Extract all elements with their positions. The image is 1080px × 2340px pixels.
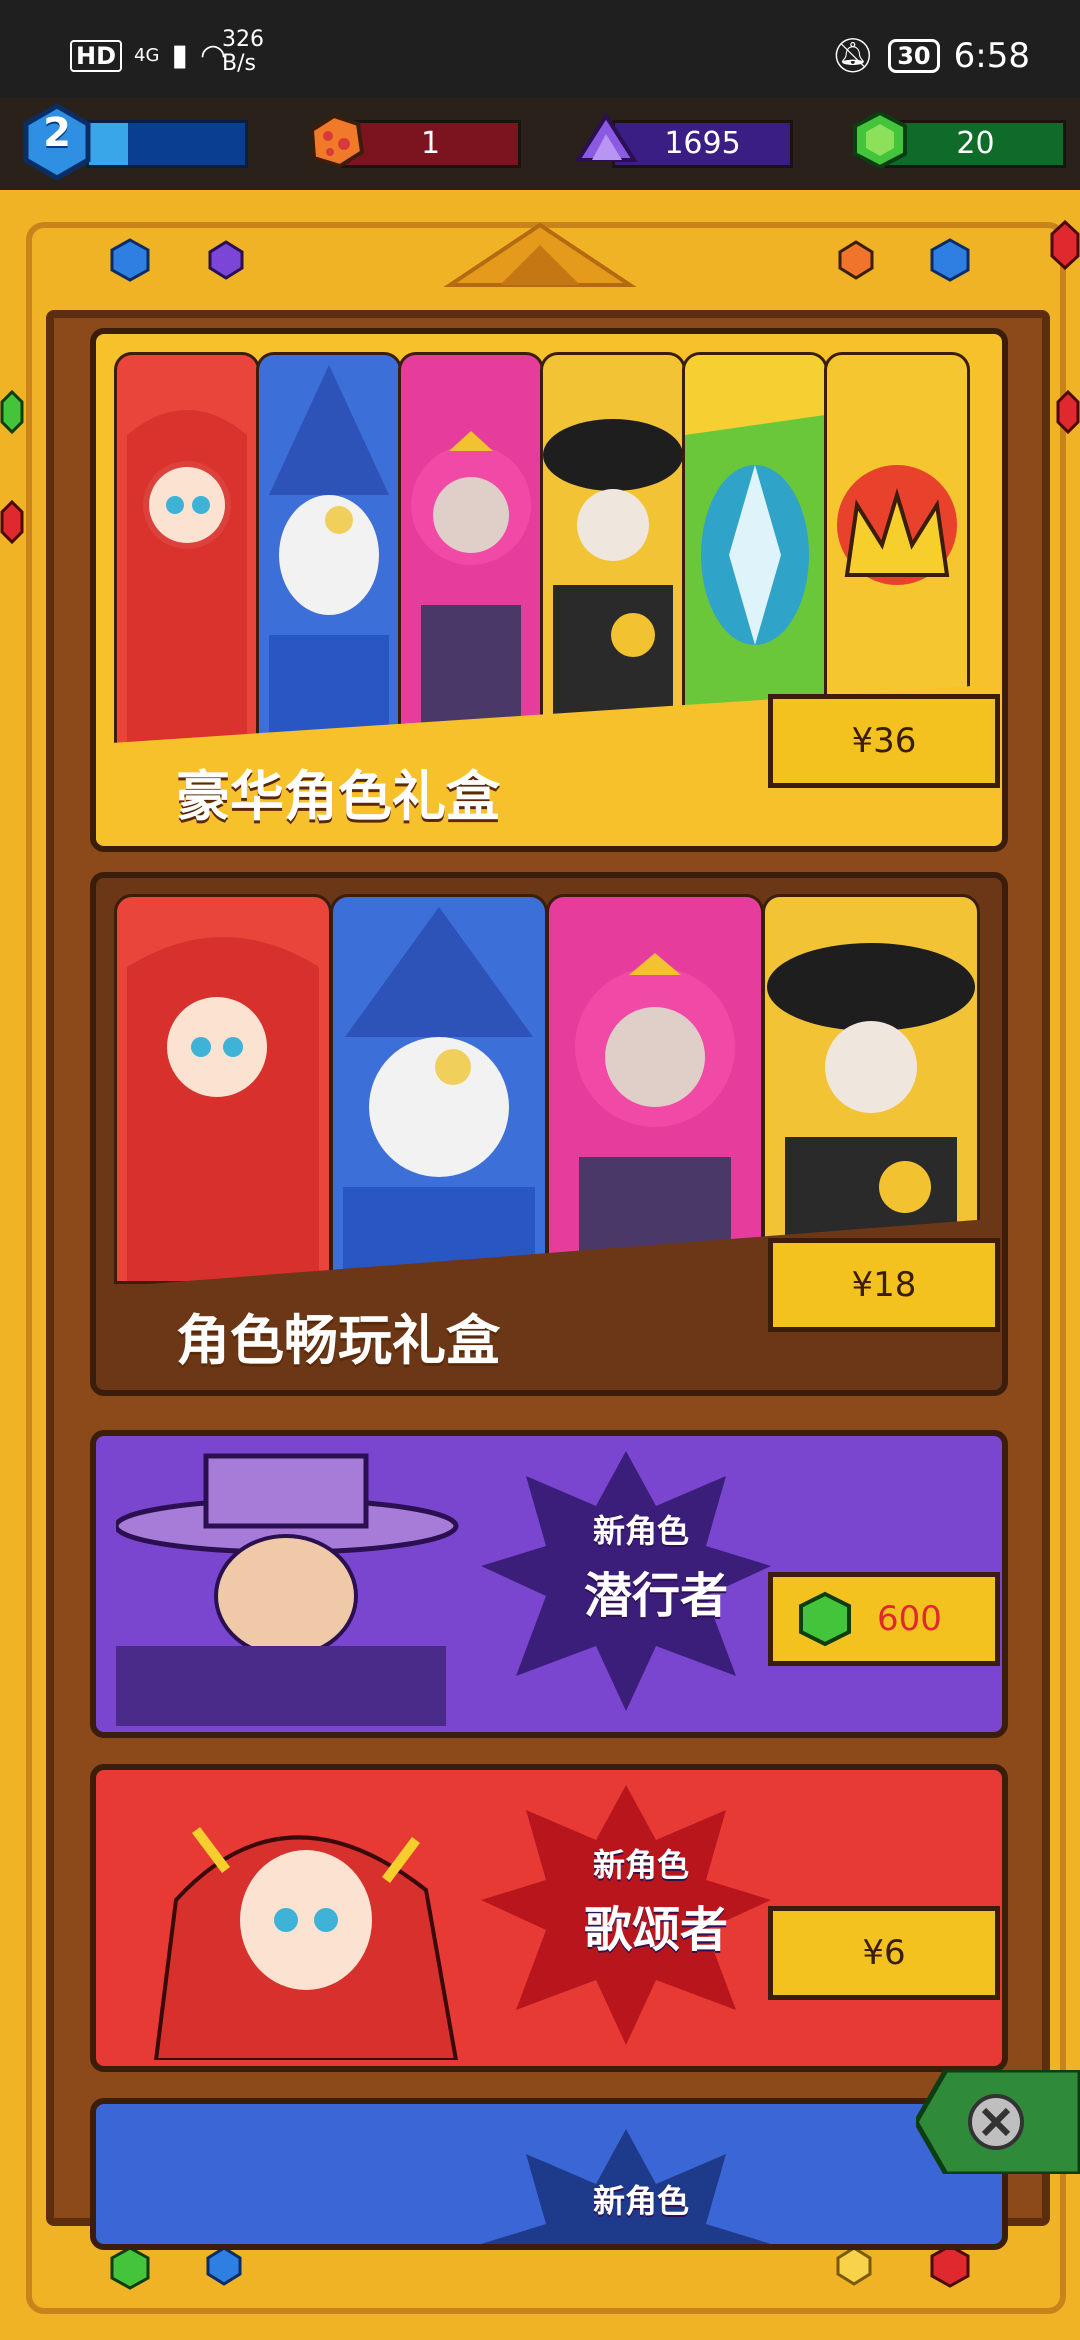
- orange-gem-icon: [838, 240, 874, 280]
- character-chanter-art: [153, 1827, 459, 2060]
- offer-title-deluxe: 豪华角色礼盒: [176, 765, 500, 828]
- red-crystal-icon: [309, 113, 365, 169]
- yellow-gem-icon: [836, 2246, 872, 2286]
- signal-icon: ▮: [171, 38, 188, 73]
- price-gem-amount: 600: [877, 1599, 942, 1639]
- network-speed: 326 B/s: [222, 27, 264, 76]
- mute-bell-icon: 🔕︎: [831, 36, 875, 76]
- close-button[interactable]: [916, 2070, 1080, 2174]
- purple-crystal-counter[interactable]: 1695: [612, 120, 793, 168]
- red-gem-icon: [1056, 390, 1080, 434]
- blue-gem-icon: [206, 2246, 242, 2286]
- new-character-label: 新角色: [592, 1846, 689, 1884]
- red-crystal-counter[interactable]: 1: [340, 120, 521, 168]
- new-character-label: 新角色: [592, 2182, 689, 2220]
- offer-card-next[interactable]: 新角色: [90, 2098, 1008, 2250]
- purple-gem-icon: [208, 240, 244, 280]
- status-left: HD 4G ▮ ◠: [70, 38, 226, 73]
- red-gem-icon: [1050, 220, 1080, 270]
- price-button-play-pack[interactable]: ¥18: [768, 1238, 1000, 1332]
- player-level: 2: [43, 110, 71, 156]
- new-character-label: 新角色: [592, 1512, 689, 1550]
- character-sneaker-art: [116, 1453, 459, 1726]
- blue-gem-icon: [110, 238, 150, 282]
- frame-crest-ornament: [443, 222, 637, 287]
- green-gem-icon: [799, 1591, 851, 1647]
- xp-bar: [86, 120, 248, 168]
- purple-crystal-icon: [574, 112, 638, 162]
- offer-title-play-pack: 角色畅玩礼盒: [176, 1309, 500, 1372]
- network-type: 4G: [134, 45, 160, 66]
- offer-card-deluxe[interactable]: ¥36 豪华角色礼盒: [90, 328, 1008, 852]
- clock: 6:58: [953, 36, 1030, 76]
- price-button-deluxe[interactable]: ¥36: [768, 694, 1000, 788]
- price-button-sneaker[interactable]: 600: [768, 1572, 1000, 1666]
- hd-indicator: HD: [70, 39, 123, 72]
- red-gem-icon: [0, 500, 24, 544]
- xp-bar-fill: [89, 123, 128, 165]
- green-gem-counter[interactable]: 20: [885, 120, 1066, 168]
- offer-card-chanter[interactable]: 新角色 歌颂者 ¥6: [90, 1764, 1008, 2072]
- green-gem-icon: [0, 390, 24, 434]
- green-gem-icon: [110, 2246, 150, 2290]
- blue-gem-icon: [930, 238, 970, 282]
- character-name-chanter: 歌颂者: [583, 1902, 728, 1958]
- red-gem-icon: [930, 2244, 970, 2288]
- battery-indicator: 30: [888, 39, 940, 73]
- green-gem-icon: [853, 110, 907, 170]
- offer-card-play-pack[interactable]: ¥18 角色畅玩礼盒: [90, 872, 1008, 1396]
- character-name-sneaker: 潜行者: [583, 1568, 728, 1624]
- status-bar: HD 4G ▮ ◠ 326 B/s 🔕︎ 30 6:58: [0, 0, 1080, 110]
- price-button-chanter[interactable]: ¥6: [768, 1906, 1000, 2000]
- status-right: 🔕︎ 30 6:58: [831, 36, 1030, 76]
- offer-card-sneaker[interactable]: 新角色 潜行者 600: [90, 1430, 1008, 1738]
